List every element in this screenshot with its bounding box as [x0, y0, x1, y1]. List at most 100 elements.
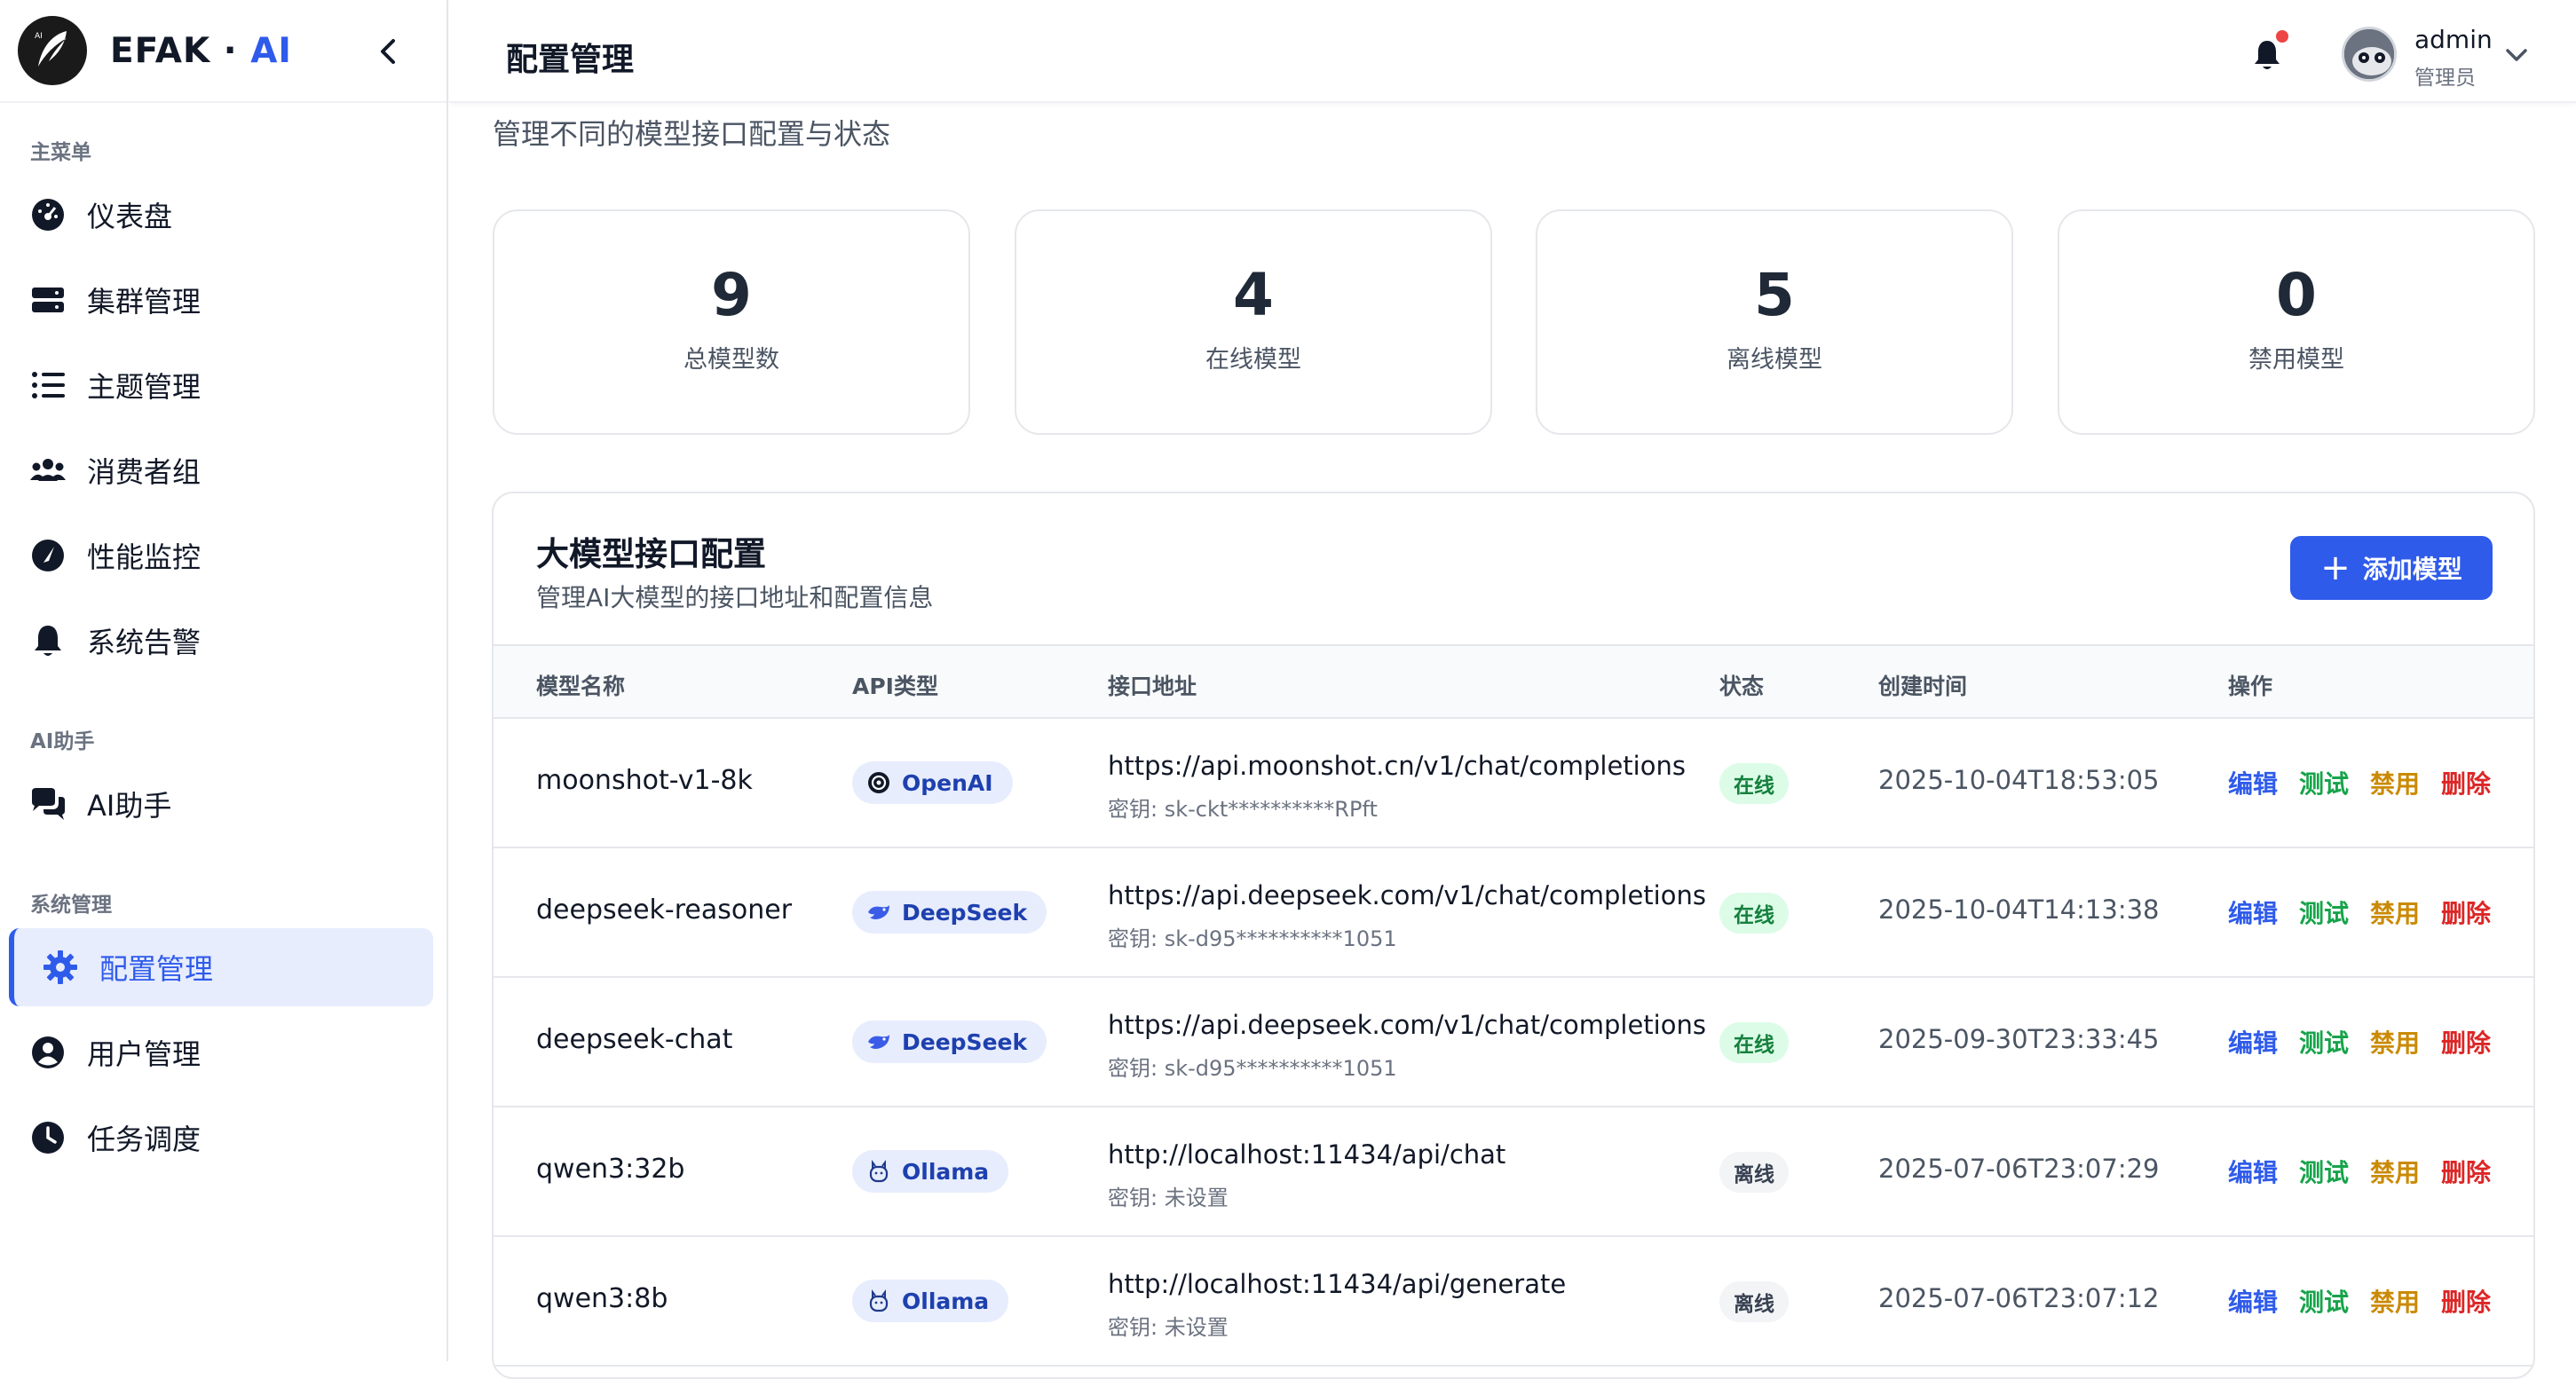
- sidebar-item-label: 配置管理: [99, 952, 214, 986]
- notification-dot: [2276, 30, 2288, 43]
- add-model-label: 添加模型: [2362, 555, 2462, 584]
- section-main-title: 主菜单: [30, 141, 91, 164]
- status-badge: 在线: [1719, 763, 1789, 804]
- chat-icon: [28, 784, 67, 823]
- panel-title: 大模型接口配置: [536, 535, 766, 573]
- sidebar-item-ai-assistant[interactable]: AI助手: [9, 765, 433, 843]
- model-name: moonshot-v1-8k: [536, 765, 753, 796]
- sidebar-item-monitoring[interactable]: 性能监控: [9, 516, 433, 595]
- created-time: 2025-10-04T18:53:05: [1878, 765, 2160, 795]
- sidebar-item-label: 系统告警: [87, 626, 201, 659]
- stat-card-offline: 5 离线模型: [1536, 209, 2013, 435]
- endpoint-url: https://api.deepseek.com/v1/chat/complet…: [1108, 1010, 1706, 1040]
- table-row: moonshot-v1-8k OpenAI https://api.moonsh…: [494, 719, 2533, 848]
- api-type-label: DeepSeek: [902, 1028, 1028, 1055]
- sidebar-item-label: 仪表盘: [87, 200, 173, 233]
- list-icon: [28, 366, 67, 405]
- test-button[interactable]: 测试: [2299, 765, 2349, 800]
- edit-button[interactable]: 编辑: [2228, 1154, 2278, 1189]
- feather-icon: AI: [35, 31, 67, 67]
- sidebar-item-users[interactable]: 用户管理: [9, 1013, 433, 1091]
- sidebar-item-consumer-groups[interactable]: 消费者组: [9, 431, 433, 509]
- stat-label: 离线模型: [1727, 346, 1822, 374]
- openai-icon: [866, 770, 891, 795]
- created-time: 2025-07-06T23:07:12: [1878, 1283, 2160, 1313]
- api-key: 密钥: sk-d95**********1051: [1108, 926, 1397, 951]
- column-header: 接口地址: [1108, 674, 1197, 699]
- plus-icon: +: [2320, 548, 2351, 588]
- sidebar-item-label: 用户管理: [87, 1037, 201, 1071]
- created-time: 2025-09-30T23:33:45: [1878, 1024, 2160, 1054]
- test-button[interactable]: 测试: [2299, 1024, 2349, 1060]
- edit-button[interactable]: 编辑: [2228, 1024, 2278, 1060]
- sidebar-collapse-button[interactable]: [367, 30, 409, 73]
- created-time: 2025-10-04T14:13:38: [1878, 894, 2160, 925]
- add-model-button[interactable]: + 添加模型: [2290, 536, 2493, 600]
- column-header: 创建时间: [1878, 674, 1968, 699]
- model-config-panel: 大模型接口配置 管理AI大模型的接口地址和配置信息 + 添加模型 模型名称 AP…: [492, 492, 2535, 1379]
- test-button[interactable]: 测试: [2299, 1154, 2349, 1189]
- user-icon: [28, 1033, 67, 1072]
- sidebar-item-cluster[interactable]: 集群管理: [9, 261, 433, 339]
- table-row: qwen3:32b Ollama http://localhost:11434/…: [494, 1107, 2533, 1237]
- api-type-badge: DeepSeek: [852, 891, 1047, 934]
- section-ai-title: AI助手: [30, 730, 95, 753]
- delete-button[interactable]: 删除: [2441, 894, 2491, 930]
- column-header: 状态: [1719, 674, 1765, 699]
- brand-name-text: EFAK: [110, 30, 211, 71]
- column-header: 操作: [2228, 674, 2273, 699]
- delete-button[interactable]: 删除: [2441, 1283, 2491, 1319]
- edit-button[interactable]: 编辑: [2228, 894, 2278, 930]
- sidebar-item-alerts[interactable]: 系统告警: [9, 602, 433, 680]
- stat-card-total: 9 总模型数: [493, 209, 970, 435]
- sidebar-item-scheduler[interactable]: 任务调度: [9, 1099, 433, 1177]
- delete-button[interactable]: 删除: [2441, 1154, 2491, 1189]
- deepseek-icon: [866, 900, 891, 925]
- disable-button[interactable]: 禁用: [2370, 1024, 2420, 1060]
- sidebar-item-config[interactable]: 配置管理: [9, 928, 433, 1006]
- avatar[interactable]: [2342, 27, 2397, 82]
- notification-button[interactable]: [2249, 30, 2288, 75]
- sidebar: AI EFAK · AI 主菜单 仪表盘 集群管理 主题管理 消费者组 性能监控…: [0, 0, 448, 1361]
- stat-label: 总模型数: [684, 346, 779, 374]
- sidebar-item-topics[interactable]: 主题管理: [9, 346, 433, 424]
- api-type-label: DeepSeek: [902, 899, 1028, 926]
- sidebar-item-label: AI助手: [87, 789, 172, 823]
- deepseek-icon: [866, 1029, 891, 1054]
- created-time: 2025-07-06T23:07:29: [1878, 1154, 2160, 1184]
- server-icon: [28, 280, 67, 319]
- test-button[interactable]: 测试: [2299, 1283, 2349, 1319]
- gauge-icon: [28, 536, 67, 575]
- edit-button[interactable]: 编辑: [2228, 1283, 2278, 1319]
- sidebar-item-label: 集群管理: [87, 285, 201, 319]
- user-menu-toggle[interactable]: [2503, 44, 2530, 66]
- delete-button[interactable]: 删除: [2441, 765, 2491, 800]
- disable-button[interactable]: 禁用: [2370, 765, 2420, 800]
- column-header: API类型: [852, 674, 938, 699]
- dashboard-icon: [28, 195, 67, 234]
- model-name: deepseek-reasoner: [536, 894, 793, 926]
- disable-button[interactable]: 禁用: [2370, 894, 2420, 930]
- disable-button[interactable]: 禁用: [2370, 1154, 2420, 1189]
- api-key: 密钥: 未设置: [1108, 1315, 1229, 1340]
- ollama-icon: [866, 1288, 891, 1313]
- stat-card-online: 4 在线模型: [1015, 209, 1492, 435]
- stat-value: 9: [711, 261, 752, 329]
- stat-label: 在线模型: [1205, 346, 1301, 374]
- sidebar-item-label: 任务调度: [87, 1123, 201, 1156]
- brand-dot: ·: [223, 30, 238, 71]
- edit-button[interactable]: 编辑: [2228, 765, 2278, 800]
- brand-header: AI EFAK · AI: [0, 0, 446, 103]
- page-title: 配置管理: [506, 42, 635, 78]
- column-header: 模型名称: [536, 674, 626, 699]
- delete-button[interactable]: 删除: [2441, 1024, 2491, 1060]
- test-button[interactable]: 测试: [2299, 894, 2349, 930]
- chevron-down-icon: [2506, 49, 2527, 61]
- api-type-badge: Ollama: [852, 1280, 1009, 1322]
- user-name[interactable]: admin: [2414, 25, 2493, 54]
- avatar-image: [2344, 29, 2394, 79]
- disable-button[interactable]: 禁用: [2370, 1283, 2420, 1319]
- sidebar-item-dashboard[interactable]: 仪表盘: [9, 176, 433, 254]
- endpoint-url: https://api.deepseek.com/v1/chat/complet…: [1108, 880, 1706, 910]
- endpoint-url: http://localhost:11434/api/generate: [1108, 1269, 1567, 1299]
